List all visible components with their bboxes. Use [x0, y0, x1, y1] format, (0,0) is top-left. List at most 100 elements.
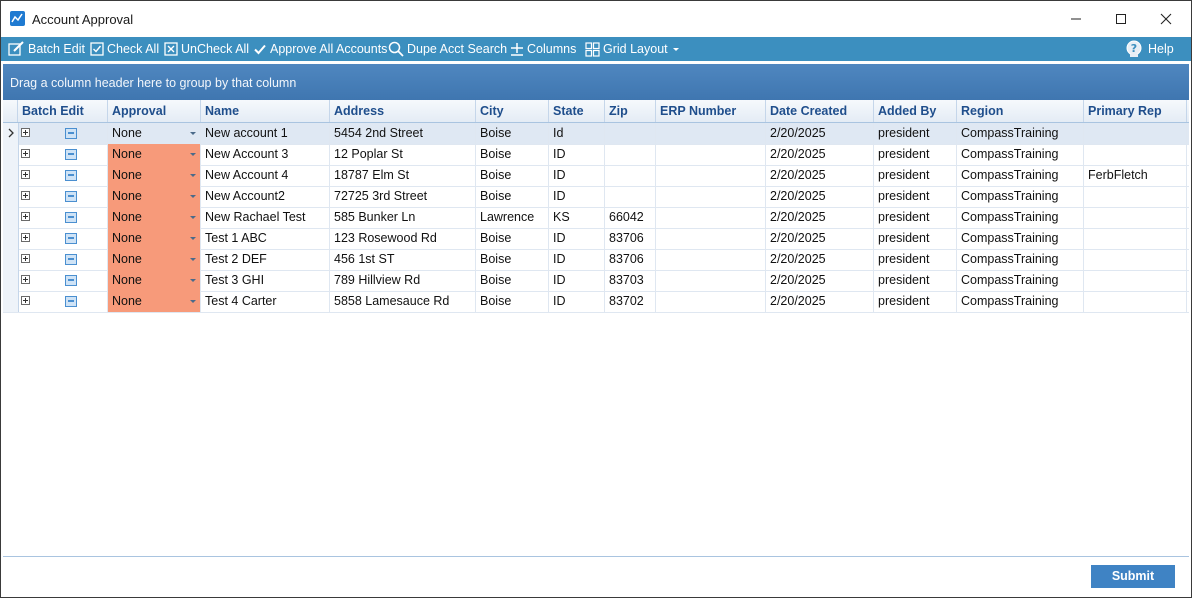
chevron-down-icon[interactable] [190, 132, 196, 135]
header-added-by[interactable]: Added By [874, 100, 957, 122]
row-indicator[interactable] [3, 165, 19, 186]
cell-city-text: Boise [480, 126, 512, 140]
batch-edit-row-icon[interactable] [65, 233, 77, 244]
columns-button[interactable]: Columns [510, 37, 576, 61]
expand-row-icon[interactable] [21, 149, 30, 158]
approval-dropdown[interactable]: None [108, 165, 201, 186]
table-row[interactable]: None Test 3 GHI 789 Hillview Rd Boise ID 8370… [3, 270, 1189, 292]
help-button[interactable]: ? Help [1125, 37, 1174, 61]
batch-edit-row-icon[interactable] [65, 128, 77, 139]
chevron-down-icon[interactable] [190, 279, 196, 282]
header-date-created[interactable]: Date Created [766, 100, 874, 122]
table-row[interactable]: None New Account2 72725 3rd Street Boise ID 2… [3, 186, 1189, 208]
header-zip[interactable]: Zip [605, 100, 656, 122]
approval-dropdown[interactable]: None [108, 228, 201, 249]
header-batch-edit[interactable]: Batch Edit [18, 100, 108, 122]
row-indicator[interactable] [3, 291, 19, 312]
expand-row-icon[interactable] [21, 191, 30, 200]
approval-dropdown[interactable]: None [108, 291, 201, 312]
approval-dropdown[interactable]: None [108, 186, 201, 207]
cell-batch-edit [18, 144, 108, 165]
chevron-down-icon[interactable] [190, 195, 196, 198]
batch-edit-row-icon[interactable] [65, 149, 77, 160]
row-indicator[interactable] [3, 144, 19, 165]
cell-region-text: CompassTraining [961, 231, 1059, 245]
row-indicator[interactable] [3, 186, 19, 207]
approve-all-button[interactable]: Approve All Accounts [253, 37, 387, 61]
table-row[interactable]: None New Account 4 18787 Elm St Boise ID 2/20… [3, 165, 1189, 187]
batch-edit-row-icon[interactable] [65, 296, 77, 307]
approval-dropdown[interactable]: None [108, 144, 201, 165]
approval-value: None [112, 252, 142, 266]
chevron-down-icon[interactable] [190, 174, 196, 177]
table-row[interactable]: None Test 1 ABC 123 Rosewood Rd Boise ID 8370… [3, 228, 1189, 250]
check-all-button[interactable]: Check All [90, 37, 159, 61]
batch-edit-row-icon[interactable] [65, 170, 77, 181]
row-indicator[interactable] [3, 207, 19, 228]
close-button[interactable] [1143, 5, 1189, 33]
cell-region: CompassTraining [957, 270, 1084, 291]
chevron-down-icon[interactable] [190, 258, 196, 261]
header-state[interactable]: State [549, 100, 605, 122]
batch-edit-row-icon[interactable] [65, 191, 77, 202]
cell-date-created: 2/20/2025 [766, 270, 874, 291]
header-primary-rep[interactable]: Primary Rep [1084, 100, 1187, 122]
row-indicator[interactable] [3, 270, 19, 291]
cell-added-by-text: president [878, 294, 930, 308]
edit-icon [8, 41, 24, 56]
row-indicator[interactable] [3, 228, 19, 249]
approval-dropdown[interactable]: None [108, 207, 201, 228]
table-row[interactable]: None Test 4 Carter 5858 Lamesauce Rd Boise I… [3, 291, 1189, 313]
expand-row-icon[interactable] [21, 128, 30, 137]
table-row[interactable]: None New Rachael Test 585 Bunker Ln Lawrenc… [3, 207, 1189, 229]
cell-batch-edit [18, 228, 108, 249]
group-by-panel[interactable]: Drag a column header here to group by th… [3, 64, 1189, 100]
batch-edit-row-icon[interactable] [65, 254, 77, 265]
chevron-down-icon[interactable] [190, 216, 196, 219]
header-name[interactable]: Name [201, 100, 330, 122]
maximize-button[interactable] [1098, 5, 1144, 33]
cell-address-text: 789 Hillview Rd [334, 273, 421, 287]
chevron-down-icon[interactable] [190, 153, 196, 156]
cell-zip: 83702 [605, 291, 656, 312]
cell-name-text: Test 4 Carter [205, 294, 277, 308]
expand-row-icon[interactable] [21, 212, 30, 221]
cell-city-text: Boise [480, 273, 512, 287]
cell-city-text: Boise [480, 168, 512, 182]
columns-label: Columns [527, 42, 577, 56]
approval-dropdown[interactable]: None [108, 249, 201, 270]
approval-dropdown[interactable]: None [108, 270, 201, 291]
chevron-down-icon[interactable] [190, 237, 196, 240]
header-approval[interactable]: Approval [108, 100, 201, 122]
row-indicator[interactable] [3, 249, 19, 270]
expand-row-icon[interactable] [21, 275, 30, 284]
approval-dropdown[interactable]: None [108, 123, 201, 144]
grid-layout-button[interactable]: Grid Layout [585, 37, 683, 61]
row-indicator[interactable] [3, 123, 19, 144]
submit-button[interactable]: Submit [1091, 565, 1175, 588]
header-address[interactable]: Address [330, 100, 476, 122]
batch-edit-row-icon[interactable] [65, 212, 77, 223]
expand-row-icon[interactable] [21, 296, 30, 305]
expand-row-icon[interactable] [21, 233, 30, 242]
chevron-down-icon[interactable] [190, 300, 196, 303]
cell-date-created-text: 2/20/2025 [770, 147, 826, 161]
cell-name-text: New Rachael Test [205, 210, 306, 224]
uncheck-all-button[interactable]: UnCheck All [164, 37, 249, 61]
cell-region-text: CompassTraining [961, 126, 1059, 140]
cell-primary-rep [1084, 207, 1187, 228]
dupe-search-button[interactable]: Dupe Acct Search [388, 37, 507, 61]
expand-row-icon[interactable] [21, 170, 30, 179]
batch-edit-row-icon[interactable] [65, 275, 77, 286]
table-row[interactable]: None New account 1 5454 2nd Street Boise Id 2… [3, 123, 1189, 145]
header-city[interactable]: City [476, 100, 549, 122]
header-region[interactable]: Region [957, 100, 1084, 122]
table-row[interactable]: None Test 2 DEF 456 1st ST Boise ID 83706 2/20… [3, 249, 1189, 271]
grid-icon [585, 41, 600, 57]
batch-edit-button[interactable]: Batch Edit [8, 37, 85, 61]
cell-date-created-text: 2/20/2025 [770, 252, 826, 266]
header-erp-number[interactable]: ERP Number [656, 100, 766, 122]
expand-row-icon[interactable] [21, 254, 30, 263]
table-row[interactable]: None New Account 3 12 Poplar St Boise ID 2/20… [3, 144, 1189, 166]
minimize-button[interactable] [1053, 5, 1099, 33]
